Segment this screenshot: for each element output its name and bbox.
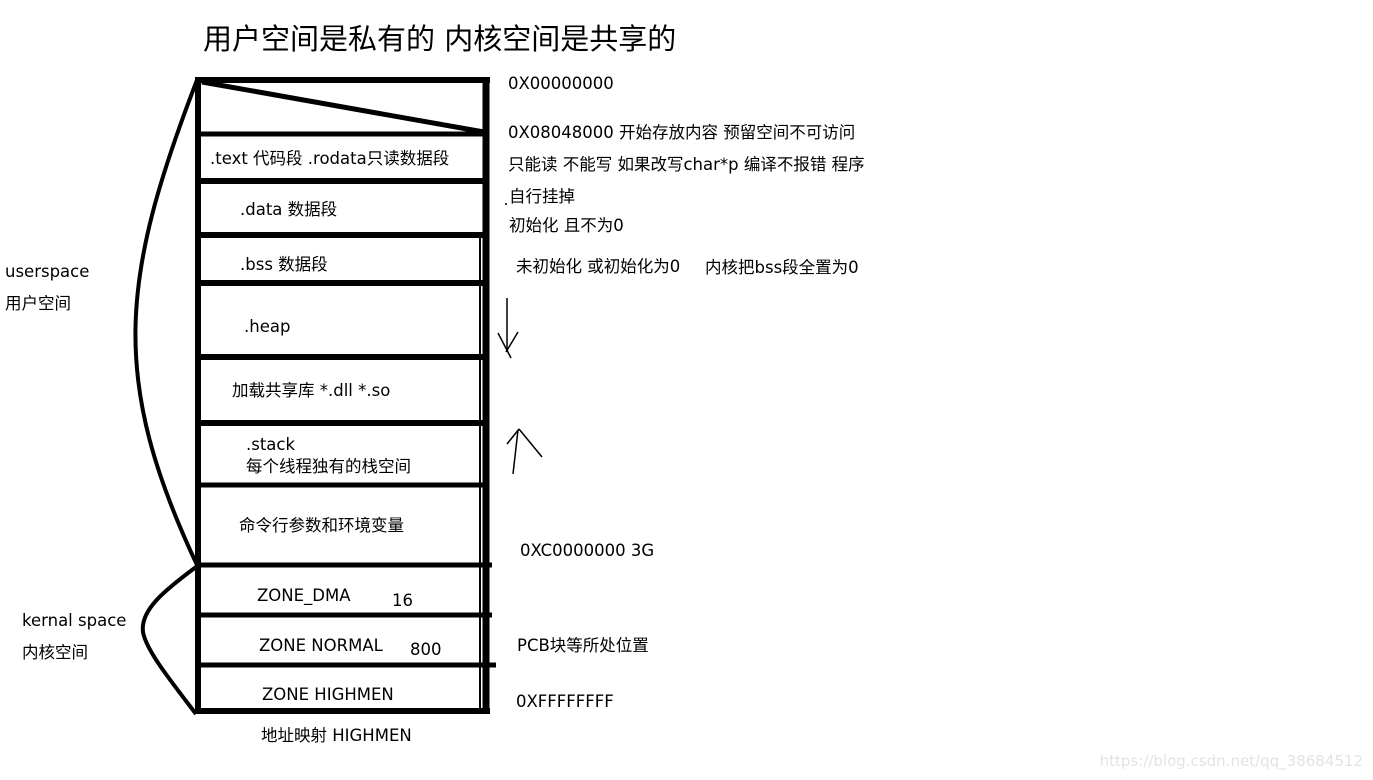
watermark: https://blog.csdn.net/qq_38684512 bbox=[1099, 752, 1363, 770]
segment-text-label: .text 代码段 .rodata只读数据段 bbox=[210, 149, 450, 168]
zone-dma-label: ZONE_DMA bbox=[257, 586, 351, 605]
text-segment-note-2: 自行挂掉 bbox=[509, 187, 575, 206]
address-start: 0X00000000 bbox=[508, 74, 614, 93]
segment-stack-sublabel: 每个线程独有的栈空间 bbox=[246, 457, 411, 476]
segment-sharedlib-label: 加载共享库 *.dll *.so bbox=[232, 381, 391, 400]
zone-highmem-label: ZONE HIGHMEN bbox=[262, 685, 394, 704]
kernelspace-brace bbox=[140, 565, 198, 716]
userspace-label-cn: 用户空间 bbox=[5, 294, 71, 313]
address-kernel-start: 0XC0000000 3G bbox=[520, 541, 655, 560]
address-text-start: 0X08048000 开始存放内容 预留空间不可访问 bbox=[508, 123, 856, 142]
zone-normal-label: ZONE NORMAL bbox=[259, 636, 383, 655]
heap-down-arrow-icon bbox=[497, 298, 519, 359]
kernelspace-label-en: kernal space bbox=[22, 611, 127, 630]
segment-stack-label: .stack bbox=[246, 435, 296, 454]
reserved-diagonal bbox=[201, 79, 485, 135]
text-segment-note-1: 只能读 不能写 如果改写char*p 编译不报错 程序 bbox=[508, 155, 865, 174]
address-end: 0XFFFFFFFF bbox=[516, 692, 614, 711]
pcb-location-note: PCB块等所处位置 bbox=[517, 636, 649, 655]
address-mapping-label: 地址映射 HIGHMEN bbox=[261, 726, 412, 745]
kernelspace-label-cn: 内核空间 bbox=[22, 643, 88, 662]
userspace-label-en: userspace bbox=[5, 262, 90, 281]
segment-data-label: .data 数据段 bbox=[240, 200, 338, 219]
data-segment-note: 初始化 且不为0 bbox=[509, 216, 624, 235]
memory-layout-diagram bbox=[133, 77, 543, 716]
stray-dot bbox=[505, 203, 507, 205]
segment-heap-label: .heap bbox=[244, 317, 291, 336]
segment-bss-label: .bss 数据段 bbox=[240, 255, 328, 274]
page-title: 用户空间是私有的 内核空间是共享的 bbox=[203, 22, 677, 56]
segment-args-env-label: 命令行参数和环境变量 bbox=[239, 516, 404, 535]
bss-segment-note-1: 未初始化 或初始化为0 bbox=[516, 257, 681, 276]
stack-up-arrow-icon bbox=[506, 428, 543, 475]
userspace-brace bbox=[133, 79, 199, 566]
zone-dma-size: 16 bbox=[392, 591, 413, 610]
bss-segment-note-2: 内核把bss段全置为0 bbox=[705, 258, 859, 277]
zone-normal-size: 800 bbox=[410, 640, 442, 659]
